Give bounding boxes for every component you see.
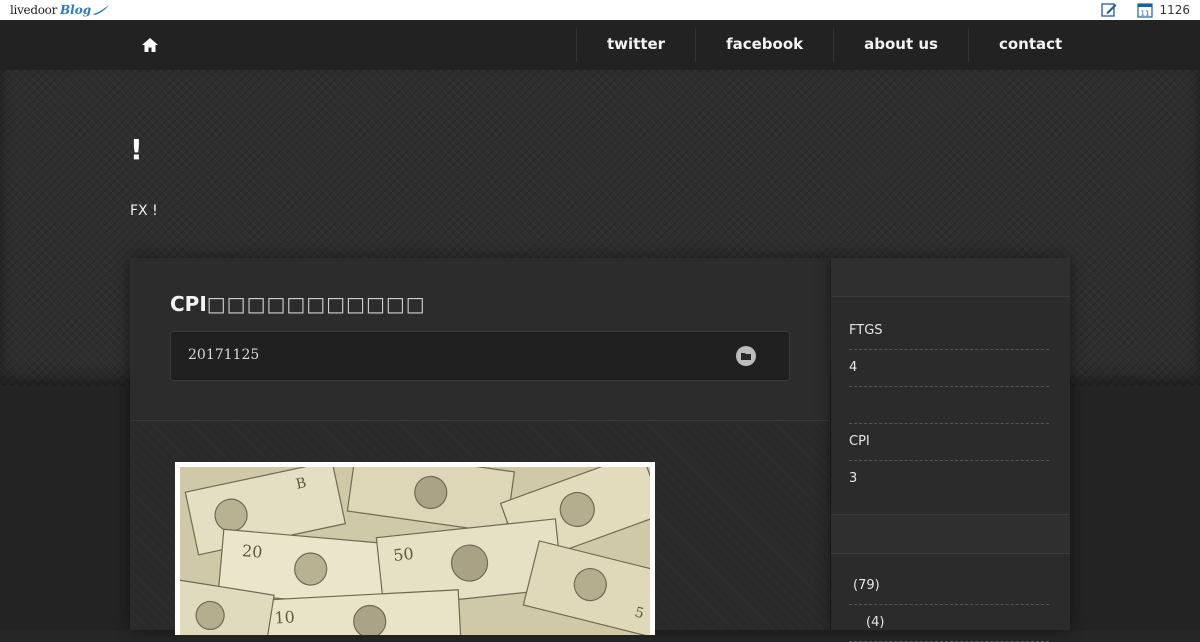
visitor-count: 1126 bbox=[1159, 3, 1190, 17]
livedoor-logo-blog: Blog bbox=[60, 3, 92, 17]
sidebar-item[interactable]: 3 bbox=[849, 461, 1049, 497]
home-icon[interactable] bbox=[140, 35, 160, 55]
livedoor-blog-logo[interactable]: livedoor Blog bbox=[10, 2, 110, 18]
sidebar-item-label: FTGS bbox=[849, 323, 883, 338]
nav-about-us[interactable]: about us bbox=[833, 28, 968, 62]
sidebar-list-2: (79) (4) bbox=[849, 568, 1049, 642]
article-header: CPI□□□□□□□□□□□ 20171125 bbox=[130, 258, 830, 421]
article-date: 20171125 bbox=[188, 347, 260, 363]
main-navigation: twitter facebook about us contact bbox=[0, 20, 1200, 70]
article-title-text: CPI bbox=[170, 292, 207, 316]
svg-text:10: 10 bbox=[274, 607, 295, 627]
sidebar: FTGS 4 CPI 3 (79) (4) bbox=[831, 258, 1070, 642]
svg-text:11: 11 bbox=[1141, 10, 1150, 18]
archive-item[interactable]: (4) bbox=[849, 605, 1049, 642]
archive-item-label: (79) bbox=[853, 578, 880, 593]
sidebar-item-label: 4 bbox=[849, 360, 858, 375]
article-card: CPI□□□□□□□□□□□ 20171125 B 20 50 5 10 bbox=[130, 258, 830, 635]
archive-item[interactable]: (79) bbox=[849, 568, 1049, 605]
folder-icon[interactable] bbox=[736, 346, 756, 366]
sidebar-item[interactable]: CPI bbox=[849, 424, 1049, 461]
article-title-glyphs: □□□□□□□□□□□ bbox=[206, 292, 426, 316]
archive-item-label: (4) bbox=[866, 615, 885, 630]
sidebar-item[interactable]: FTGS bbox=[849, 313, 1049, 350]
svg-text:50: 50 bbox=[392, 544, 414, 565]
site-description: FX ! bbox=[130, 203, 158, 219]
sidebar-header bbox=[831, 258, 1070, 297]
article-title[interactable]: CPI□□□□□□□□□□□ bbox=[170, 292, 426, 316]
nav-contact[interactable]: contact bbox=[967, 28, 1092, 62]
sidebar-section-header bbox=[831, 514, 1070, 554]
article-meta: 20171125 bbox=[170, 331, 790, 381]
edit-icon[interactable] bbox=[1101, 2, 1117, 18]
sidebar-list-1: FTGS 4 CPI 3 bbox=[849, 313, 1049, 497]
calendar-icon[interactable]: 11 bbox=[1137, 2, 1154, 18]
sidebar-item-label: 3 bbox=[849, 471, 858, 486]
sidebar-item-label: CPI bbox=[849, 434, 870, 449]
sidebar-item[interactable] bbox=[849, 387, 1049, 424]
site-title[interactable]: ! bbox=[130, 133, 143, 166]
article-body: B 20 50 5 10 bbox=[130, 421, 830, 635]
nav-twitter[interactable]: twitter bbox=[576, 28, 695, 62]
sidebar-item[interactable]: 4 bbox=[849, 350, 1049, 387]
livedoor-toolbar: livedoor Blog 11 1126 bbox=[0, 0, 1200, 20]
bird-icon bbox=[93, 5, 110, 15]
dollar-bills-image[interactable]: B 20 50 5 10 bbox=[175, 462, 655, 635]
livedoor-logo-text: livedoor bbox=[10, 3, 58, 17]
nav-facebook[interactable]: facebook bbox=[695, 28, 833, 62]
svg-text:20: 20 bbox=[241, 541, 263, 562]
money-illustration: B 20 50 5 10 bbox=[180, 467, 650, 635]
